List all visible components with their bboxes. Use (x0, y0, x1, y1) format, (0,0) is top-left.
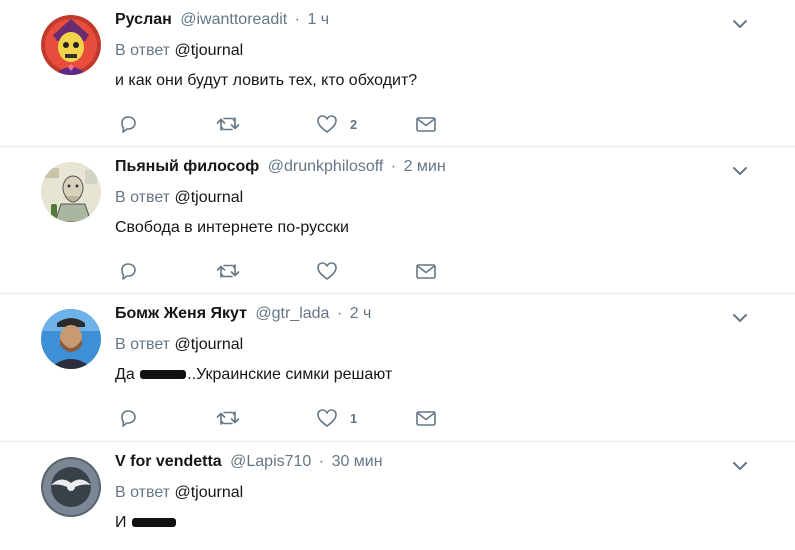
tweet[interactable]: V for vendetta @Lapis710 · 30 мин В отве… (0, 442, 795, 550)
reply-mention-link[interactable]: @tjournal (174, 336, 243, 353)
tweet-actions (115, 260, 455, 282)
reply-mention-link[interactable]: @tjournal (174, 42, 243, 59)
display-name[interactable]: V for vendetta (115, 453, 222, 470)
tweet-header: Бомж Женя Якут @gtr_lada · 2 ч (115, 305, 371, 325)
retweet-icon (216, 117, 240, 131)
reply-icon (121, 410, 136, 427)
chevron-down-icon[interactable] (731, 459, 749, 473)
avatar[interactable] (41, 162, 101, 222)
timestamp[interactable]: 2 мин (404, 158, 446, 175)
reply-context: В ответ @tjournal (115, 484, 243, 502)
redaction-mark (140, 370, 187, 380)
chevron-down-icon[interactable] (731, 164, 749, 178)
tweet-text: Да ..Украинские симки решают (115, 366, 392, 384)
tweet-header: Пьяный философ @drunkphilosoff · 2 мин (115, 158, 446, 178)
heart-icon (317, 115, 337, 133)
direct-message-button[interactable] (415, 407, 437, 429)
like-button[interactable]: 1 (316, 407, 357, 429)
tweet-text: и как они будут ловить тех, кто обходит? (115, 72, 417, 90)
tweet-actions: 2 (115, 113, 455, 135)
envelope-icon (416, 264, 436, 279)
username[interactable]: @gtr_lada (255, 305, 329, 322)
emblem-avatar-icon (41, 457, 101, 517)
like-count: 1 (350, 410, 358, 426)
reply-context: В ответ @tjournal (115, 42, 243, 60)
like-button[interactable]: 2 (316, 113, 357, 135)
avatar[interactable] (41, 15, 101, 75)
reply-context: В ответ @tjournal (115, 189, 243, 207)
reply-icon (121, 116, 136, 133)
tweet[interactable]: Бомж Женя Якут @gtr_lada · 2 ч В ответ @… (0, 294, 795, 442)
tweet-text-before: И (115, 514, 127, 531)
avatar[interactable] (41, 457, 101, 517)
retweet-icon (216, 264, 240, 278)
chevron-down-icon[interactable] (731, 311, 749, 325)
display-name[interactable]: Руслан (115, 11, 172, 28)
timestamp[interactable]: 30 мин (332, 453, 383, 470)
tweet-text: И (115, 514, 177, 532)
retweet-icon (216, 411, 240, 425)
reply-icon (121, 263, 136, 280)
separator: · (318, 453, 325, 470)
skeletor-avatar-icon (41, 15, 101, 75)
tweet[interactable]: Руслан @iwanttoreadit · 1 ч В ответ @tjo… (0, 0, 795, 147)
reply-button[interactable] (118, 260, 138, 282)
retweet-button[interactable] (215, 113, 241, 135)
username[interactable]: @drunkphilosoff (268, 158, 384, 175)
separator: · (294, 11, 300, 28)
tweet-text-content: и как они будут ловить тех, кто обходит? (115, 72, 418, 89)
like-button[interactable] (316, 260, 350, 282)
heart-icon (317, 262, 337, 280)
direct-message-button[interactable] (415, 113, 437, 135)
reply-button[interactable] (118, 407, 138, 429)
reply-button[interactable] (118, 113, 138, 135)
avatar[interactable] (41, 309, 101, 369)
reply-prefix: В ответ (115, 336, 171, 353)
retweet-button[interactable] (215, 407, 241, 429)
reply-mention-link[interactable]: @tjournal (174, 484, 243, 501)
tweet[interactable]: Пьяный философ @drunkphilosoff · 2 мин В… (0, 147, 795, 294)
retweet-button[interactable] (215, 260, 241, 282)
reply-context: В ответ @tjournal (115, 336, 243, 354)
separator: · (336, 305, 343, 322)
display-name[interactable]: Пьяный философ (115, 158, 259, 175)
direct-message-button[interactable] (415, 260, 437, 282)
tweet-feed: Руслан @iwanttoreadit · 1 ч В ответ @tjo… (0, 0, 795, 550)
redaction-mark (131, 518, 176, 528)
username[interactable]: @Lapis710 (230, 453, 311, 470)
envelope-icon (416, 117, 436, 132)
timestamp[interactable]: 2 ч (350, 305, 372, 322)
username[interactable]: @iwanttoreadit (180, 11, 287, 28)
tweet-text-after: ..Украинские симки решают (187, 366, 393, 383)
sketch-avatar-icon (41, 162, 101, 222)
separator: · (390, 158, 397, 175)
like-count: 2 (350, 116, 358, 132)
reply-prefix: В ответ (115, 189, 171, 206)
tweet-header: V for vendetta @Lapis710 · 30 мин (115, 453, 383, 473)
tweet-actions: 1 (115, 407, 455, 429)
tweet-text-before: Да (115, 366, 135, 383)
chevron-down-icon[interactable] (731, 17, 749, 31)
envelope-icon (416, 411, 436, 426)
tweet-text: Свобода в интернете по-русски (115, 219, 349, 237)
photo-avatar-icon (41, 309, 101, 369)
heart-icon (317, 409, 337, 427)
timestamp[interactable]: 1 ч (307, 11, 329, 28)
display-name[interactable]: Бомж Женя Якут (115, 305, 247, 322)
tweet-header: Руслан @iwanttoreadit · 1 ч (115, 11, 329, 31)
reply-prefix: В ответ (115, 484, 171, 501)
reply-mention-link[interactable]: @tjournal (174, 189, 243, 206)
tweet-text-content: Свобода в интернете по-русски (115, 219, 349, 236)
reply-prefix: В ответ (115, 42, 171, 59)
